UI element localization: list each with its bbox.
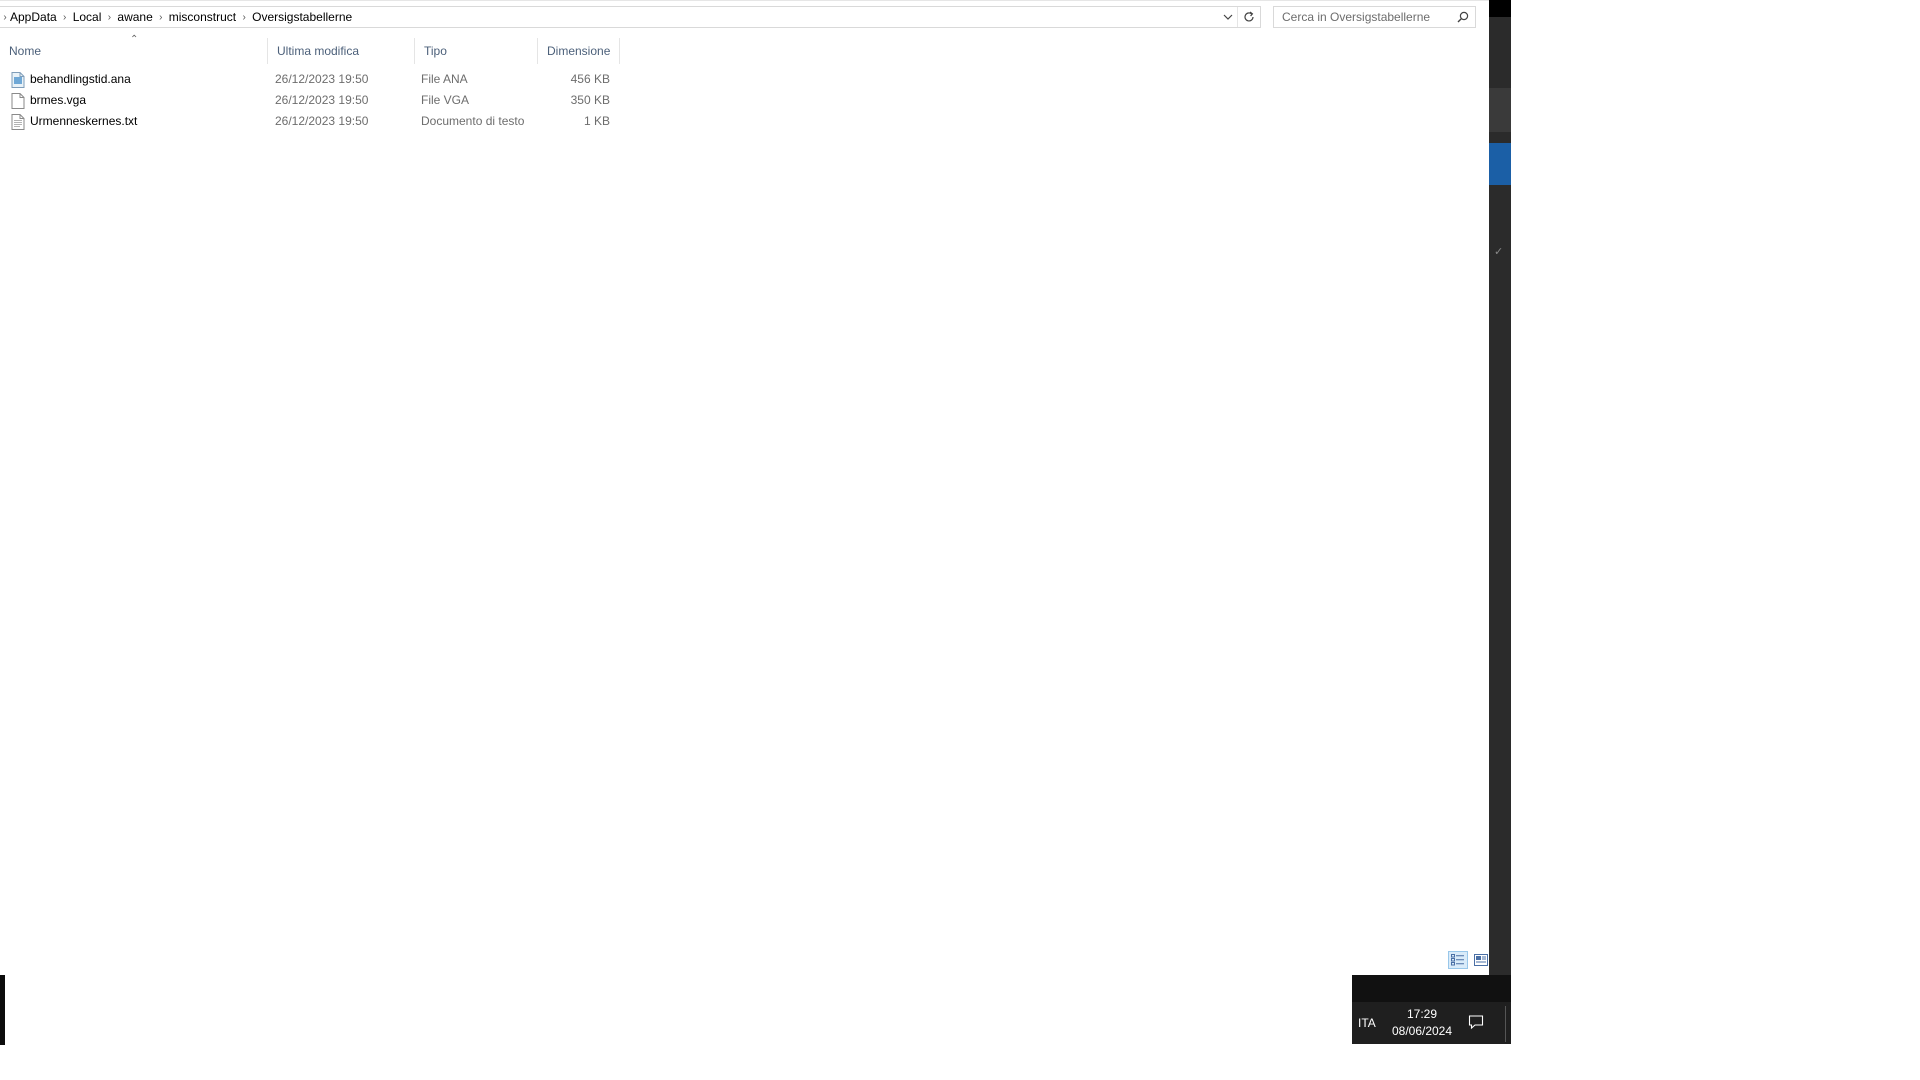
chevron-right-icon[interactable]: › bbox=[0, 12, 10, 23]
taskbar-left-edge bbox=[0, 975, 5, 1045]
address-history-dropdown[interactable] bbox=[1219, 7, 1237, 27]
file-type: File VGA bbox=[421, 93, 470, 107]
details-view-icon bbox=[1451, 954, 1464, 966]
column-header-modified[interactable]: Ultima modifica bbox=[268, 38, 415, 64]
checkmark-icon: ✓ bbox=[1494, 246, 1504, 258]
clock[interactable]: 17:29 08/06/2024 bbox=[1382, 1006, 1462, 1040]
breadcrumb-oversigstabellerne[interactable]: Oversigstabellerne bbox=[252, 10, 352, 24]
chevron-right-icon[interactable]: › bbox=[101, 12, 117, 23]
text-file-icon bbox=[11, 114, 25, 130]
refresh-button[interactable] bbox=[1237, 7, 1260, 27]
background-window-scroll-area bbox=[1489, 88, 1511, 132]
column-header-type[interactable]: Tipo bbox=[415, 38, 538, 64]
file-row[interactable]: brmes.vga 26/12/2023 19:50 File VGA 350 … bbox=[0, 90, 620, 111]
file-size: 1 KB bbox=[583, 114, 610, 128]
file-size: 456 KB bbox=[570, 72, 610, 86]
file-type: File ANA bbox=[421, 72, 468, 86]
breadcrumb-local[interactable]: Local bbox=[73, 10, 102, 24]
file-name[interactable]: Urmenneskernes.txt bbox=[30, 111, 137, 132]
generic-file-icon bbox=[11, 93, 25, 109]
file-explorer-window: › AppData › Local › awane › misconstruct… bbox=[0, 0, 1489, 1038]
file-row[interactable]: behandlingstid.ana 26/12/2023 19:50 File… bbox=[0, 69, 620, 90]
chevron-right-icon[interactable]: › bbox=[57, 12, 73, 23]
notification-icon bbox=[1468, 1015, 1484, 1030]
file-row[interactable]: Urmenneskernes.txt 26/12/2023 19:50 Docu… bbox=[0, 111, 620, 132]
details-view-button[interactable] bbox=[1448, 951, 1468, 969]
language-indicator[interactable]: ITA bbox=[1358, 1016, 1376, 1030]
address-bar[interactable]: › AppData › Local › awane › misconstruct… bbox=[0, 6, 1261, 28]
file-type: Documento di testo bbox=[421, 114, 525, 128]
file-name[interactable]: behandlingstid.ana bbox=[30, 69, 131, 90]
chevron-right-icon[interactable]: › bbox=[236, 12, 252, 23]
refresh-icon bbox=[1244, 11, 1254, 22]
search-input[interactable] bbox=[1282, 10, 1457, 24]
breadcrumb-awane[interactable]: awane bbox=[117, 10, 152, 24]
ana-file-icon bbox=[11, 72, 25, 88]
column-header-row: Nome Ultima modifica Tipo Dimensione bbox=[0, 38, 620, 64]
large-icons-view-button[interactable] bbox=[1471, 951, 1489, 969]
show-desktop-divider[interactable] bbox=[1505, 1006, 1506, 1042]
file-size: 350 KB bbox=[570, 93, 610, 107]
search-icon[interactable] bbox=[1457, 11, 1469, 23]
file-modified: 26/12/2023 19:50 bbox=[275, 93, 369, 107]
large-icons-view-icon bbox=[1474, 954, 1488, 966]
breadcrumb-misconstruct[interactable]: misconstruct bbox=[169, 10, 236, 24]
column-header-name[interactable]: Nome bbox=[0, 38, 268, 64]
chevron-right-icon[interactable]: › bbox=[153, 12, 169, 23]
column-header-size[interactable]: Dimensione bbox=[538, 38, 620, 64]
notification-center-button[interactable] bbox=[1466, 1012, 1486, 1032]
file-modified: 26/12/2023 19:50 bbox=[275, 114, 369, 128]
taskbar-upper-area bbox=[1352, 975, 1511, 1002]
background-window-highlight bbox=[1489, 143, 1511, 185]
search-box[interactable] bbox=[1273, 6, 1476, 28]
background-window-titlebar bbox=[1489, 0, 1511, 17]
breadcrumb-appdata[interactable]: AppData bbox=[10, 10, 57, 24]
window-top-border bbox=[0, 0, 1489, 1]
chevron-down-icon bbox=[1223, 14, 1233, 20]
file-modified: 26/12/2023 19:50 bbox=[275, 72, 369, 86]
clock-date: 08/06/2024 bbox=[1391, 1024, 1453, 1038]
clock-time: 17:29 bbox=[1406, 1007, 1438, 1021]
file-name[interactable]: brmes.vga bbox=[30, 90, 86, 111]
